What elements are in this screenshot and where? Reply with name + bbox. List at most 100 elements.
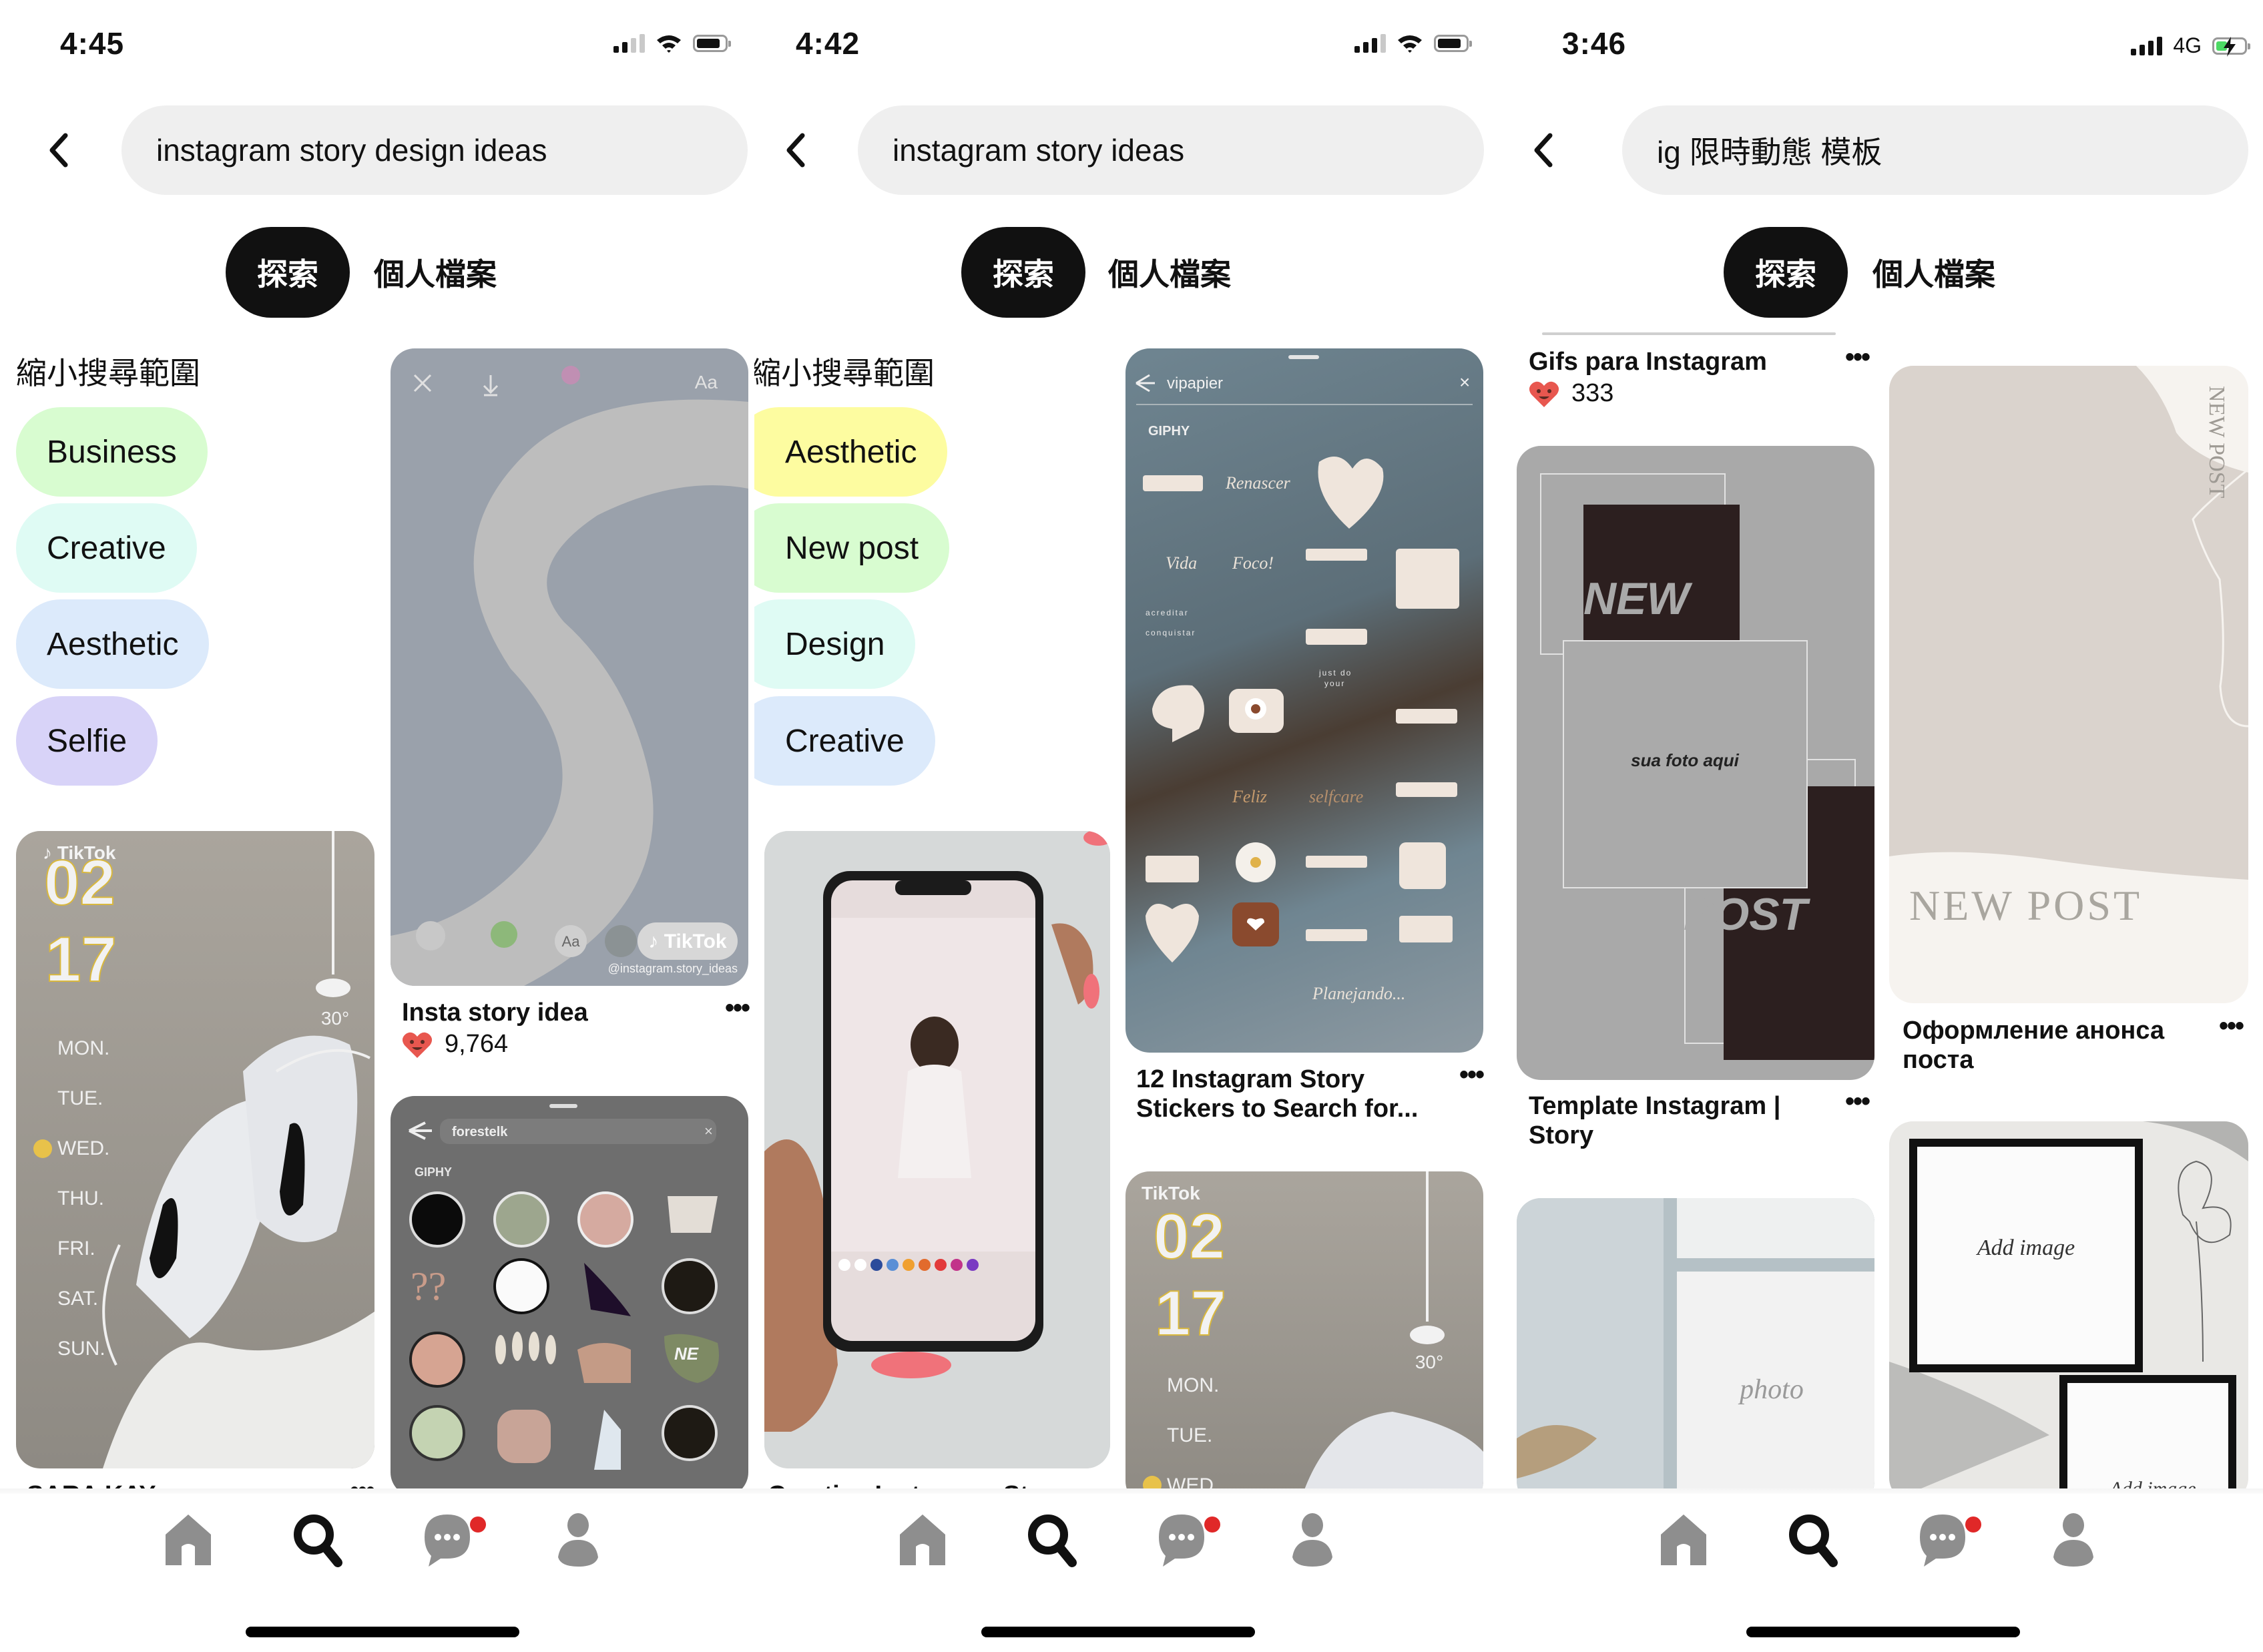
chip-business[interactable]: Business xyxy=(16,407,208,497)
svg-text:×: × xyxy=(704,1123,713,1139)
home-icon[interactable] xyxy=(896,1512,949,1568)
chip-design[interactable]: Design xyxy=(754,599,916,689)
signal-icon xyxy=(1354,34,1386,53)
pin-title[interactable]: 12 Instagram Story Stickers to Search fo… xyxy=(1136,1065,1497,1123)
tabs: 探索 個人檔案 xyxy=(1509,227,2263,318)
pin-title[interactable]: Template Instagram | Story xyxy=(1529,1091,1889,1150)
messages-icon[interactable] xyxy=(421,1512,474,1568)
profile-icon[interactable] xyxy=(1286,1512,1339,1568)
more-options-icon[interactable]: ••• xyxy=(725,995,750,1021)
chip-selfie[interactable]: Selfie xyxy=(16,696,158,786)
refine-search-label: 縮小搜尋範圍 xyxy=(16,356,200,390)
status-time: 3:46 xyxy=(1562,26,1627,61)
heart-reaction-icon xyxy=(1529,381,1559,407)
photo-frame-graphic: photo xyxy=(1517,1198,1874,1505)
tab-profiles[interactable]: 個人檔案 xyxy=(374,227,497,318)
pin-meta: Template Instagram | Story ••• xyxy=(1529,1088,1889,1150)
pin-reactions: 9,764 xyxy=(402,1030,754,1059)
profile-icon[interactable] xyxy=(551,1512,605,1568)
more-options-icon[interactable]: ••• xyxy=(1845,1088,1870,1115)
phone-screen-1: 4:45 instagram story design ideas 探索 個人檔… xyxy=(0,0,754,1652)
search-input[interactable]: instagram story design ideas xyxy=(121,105,748,195)
svg-text:your: your xyxy=(1324,679,1345,688)
chip-aesthetic[interactable]: Aesthetic xyxy=(754,407,948,497)
search-input[interactable]: ig 限時動態 模板 xyxy=(1622,105,2248,195)
svg-text:×: × xyxy=(1459,372,1470,392)
wavy-s-graphic: Aa Aa ♪ TikTok @instagram.story_ideas xyxy=(391,366,748,986)
pin-image-edge xyxy=(1542,332,1836,335)
phone-in-hand-graphic xyxy=(764,831,1110,1468)
search-input[interactable]: instagram story ideas xyxy=(858,105,1484,195)
pin-image-giphy-vipapier[interactable]: vipapier × GIPHY Renascer Foco! Vida Fel… xyxy=(1125,348,1483,1053)
home-icon[interactable] xyxy=(1657,1512,1710,1568)
pin-meta: 12 Instagram Story Stickers to Search fo… xyxy=(1136,1061,1497,1123)
calendar-sneakers-graphic: ♪ TikTok 02 17 30° MON. TUE. WED. THU. F… xyxy=(33,831,374,1468)
home-indicator xyxy=(1746,1627,2020,1637)
back-chevron-icon[interactable] xyxy=(782,130,809,170)
pin-image-wavy-story[interactable]: Aa Aa ♪ TikTok @instagram.story_ideas xyxy=(391,348,748,986)
pin-title[interactable]: Insta story idea xyxy=(402,998,754,1027)
svg-text:30°: 30° xyxy=(1415,1352,1443,1372)
more-options-icon[interactable]: ••• xyxy=(2219,1013,2244,1039)
svg-text:NEW POST: NEW POST xyxy=(1909,882,2142,929)
svg-text:MON.: MON. xyxy=(1167,1374,1219,1396)
tabs: 探索 個人檔案 xyxy=(0,227,754,318)
home-indicator xyxy=(981,1627,1255,1637)
network-type: 4G xyxy=(2173,33,2202,57)
chip-creative[interactable]: Creative xyxy=(754,696,935,786)
svg-text:Add image: Add image xyxy=(1976,1235,2075,1260)
pin-title[interactable]: Gifs para Instagram xyxy=(1529,347,1889,376)
chip-aesthetic[interactable]: Aesthetic xyxy=(16,599,210,689)
back-chevron-icon[interactable] xyxy=(1530,130,1557,170)
more-options-icon[interactable]: ••• xyxy=(1845,344,1870,370)
pin-image-new-post-template[interactable]: NEW POST sua foto aqui xyxy=(1517,446,1874,1080)
search-icon[interactable] xyxy=(291,1512,344,1568)
svg-text:forestelk: forestelk xyxy=(452,1125,508,1139)
pin-image-giphy-forestelk[interactable]: forestelk × GIPHY ?? NE xyxy=(391,1096,748,1496)
pin-image-photo-frame[interactable]: photo xyxy=(1517,1198,1874,1505)
back-chevron-icon[interactable] xyxy=(45,130,72,170)
tab-profiles[interactable]: 個人檔案 xyxy=(1108,227,1231,318)
svg-text:17: 17 xyxy=(1155,1278,1226,1349)
pin-image-phone-in-hand[interactable] xyxy=(764,831,1110,1468)
pin-image-add-image-frames[interactable]: Add image Add image xyxy=(1889,1121,2248,1502)
pin-image-calendar-sneakers[interactable]: TikTok 02 17 30° MON. TUE. WED. xyxy=(1125,1171,1483,1505)
like-count: 9,764 xyxy=(445,1030,509,1058)
calendar-sneakers-graphic: TikTok 02 17 30° MON. TUE. WED. xyxy=(1142,1171,1483,1505)
signal-icon xyxy=(613,34,645,53)
svg-text:Feliz: Feliz xyxy=(1232,787,1267,806)
pin-image-calendar-sneakers[interactable]: ♪ TikTok 02 17 30° MON. TUE. WED. THU. F… xyxy=(16,831,374,1468)
pin-title[interactable]: Оформление анонса поста xyxy=(1903,1016,2263,1075)
search-icon[interactable] xyxy=(1025,1512,1079,1568)
svg-text:NE: NE xyxy=(674,1344,699,1364)
status-icons xyxy=(1354,33,1472,53)
phone-screen-3: 3:46 4G ig 限時動態 模板 探索 個人檔案 Gifs para Ins… xyxy=(1509,0,2263,1652)
tab-profiles[interactable]: 個人檔案 xyxy=(1872,227,1995,318)
messages-icon[interactable] xyxy=(1155,1512,1208,1568)
search-query: instagram story design ideas xyxy=(156,133,547,168)
svg-text:NEW: NEW xyxy=(1583,573,1693,624)
messages-icon[interactable] xyxy=(1916,1512,1969,1568)
profile-icon[interactable] xyxy=(2047,1512,2100,1568)
chip-new-post[interactable]: New post xyxy=(754,503,950,593)
home-icon[interactable] xyxy=(162,1512,215,1568)
svg-text:SUN.: SUN. xyxy=(57,1338,105,1360)
search-icon[interactable] xyxy=(1786,1512,1840,1568)
tab-explore[interactable]: 探索 xyxy=(226,227,350,318)
battery-charging-icon xyxy=(2212,36,2250,57)
battery-icon xyxy=(693,35,731,52)
svg-text:Vida: Vida xyxy=(1166,553,1197,573)
chip-creative[interactable]: Creative xyxy=(16,503,197,593)
pin-image-beige-new-post[interactable]: NEW POST NEW POST xyxy=(1889,366,2248,1003)
new-post-template-graphic: NEW POST sua foto aqui xyxy=(1540,473,1874,1060)
svg-text:♪ TikTok: ♪ TikTok xyxy=(648,930,727,952)
svg-text:02: 02 xyxy=(1154,1201,1225,1272)
svg-text:FRI.: FRI. xyxy=(57,1237,95,1260)
tab-explore[interactable]: 探索 xyxy=(961,227,1085,318)
tab-explore[interactable]: 探索 xyxy=(1724,227,1848,318)
refine-search-label: 縮小搜尋範圍 xyxy=(754,356,935,390)
svg-text:selfcare: selfcare xyxy=(1309,787,1363,806)
pin-meta: Gifs para Instagram ••• 333 xyxy=(1529,344,1889,408)
more-options-icon[interactable]: ••• xyxy=(1459,1061,1485,1088)
signal-icon xyxy=(2131,36,2163,55)
